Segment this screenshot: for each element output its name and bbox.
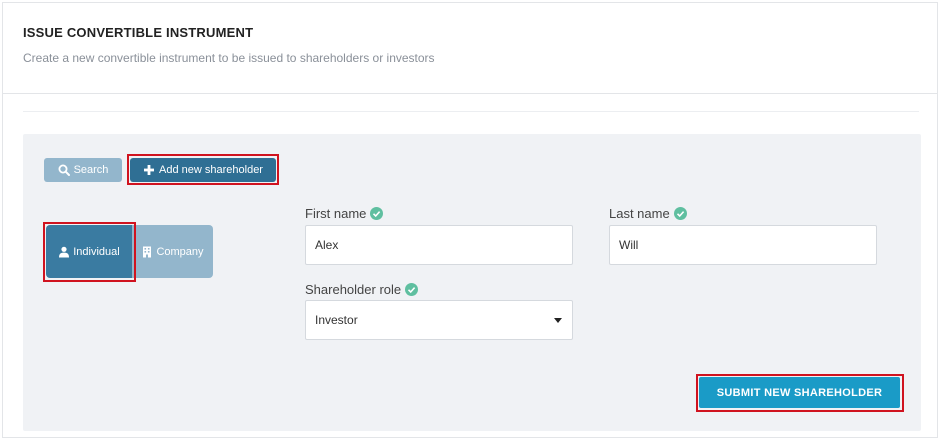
card-header: ISSUE CONVERTIBLE INSTRUMENT Create a ne… [3, 3, 937, 94]
last-name-input[interactable]: Will [609, 225, 877, 265]
shareholder-role-label: Shareholder role [305, 282, 419, 297]
shareholder-type-toggle: Individual Company [46, 225, 213, 278]
shareholder-panel: Search Add new shareholder Individual Co… [23, 134, 921, 431]
first-name-input[interactable]: Alex [305, 225, 573, 265]
plus-icon [144, 165, 155, 175]
search-button[interactable]: Search [44, 158, 122, 182]
caret-down-icon [554, 317, 562, 323]
individual-label: Individual [73, 245, 120, 258]
company-label: Company [156, 245, 204, 258]
last-name-label: Last name [609, 206, 687, 221]
individual-toggle[interactable]: Individual [46, 225, 132, 278]
issue-instrument-card: ISSUE CONVERTIBLE INSTRUMENT Create a ne… [2, 2, 938, 438]
add-shareholder-label: Add new shareholder [159, 164, 263, 176]
company-toggle[interactable]: Company [132, 225, 213, 278]
search-icon [58, 164, 70, 176]
check-circle-icon [370, 207, 384, 220]
check-circle-icon [673, 207, 687, 220]
search-button-label: Search [73, 164, 109, 176]
submit-shareholder-button[interactable]: SUBMIT NEW SHAREHOLDER [699, 377, 900, 408]
building-icon [143, 246, 152, 257]
shareholder-role-select[interactable]: Investor [305, 300, 573, 340]
add-shareholder-button[interactable]: Add new shareholder [130, 158, 276, 182]
page-title: ISSUE CONVERTIBLE INSTRUMENT [23, 25, 254, 40]
user-icon [59, 246, 70, 257]
page-subtitle: Create a new convertible instrument to b… [23, 51, 435, 65]
shareholder-role-value: Investor [315, 313, 358, 327]
section-divider [23, 111, 919, 112]
check-circle-icon [405, 283, 419, 296]
first-name-label: First name [305, 206, 384, 221]
